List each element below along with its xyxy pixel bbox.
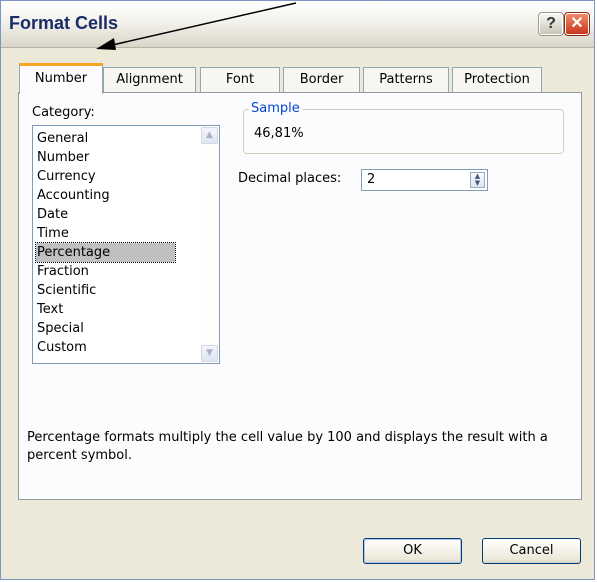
sample-value: 46,81% — [254, 126, 304, 141]
category-item-date[interactable]: Date — [36, 205, 69, 224]
category-item-fraction[interactable]: Fraction — [36, 262, 90, 281]
category-item-time[interactable]: Time — [36, 224, 70, 243]
category-item-scientific[interactable]: Scientific — [36, 281, 97, 300]
sample-group: Sample 46,81% — [243, 101, 564, 154]
scroll-down-icon[interactable]: ▼ — [201, 345, 218, 362]
category-scrollbar[interactable]: ▲ ▼ — [201, 127, 218, 362]
ok-button[interactable]: OK — [363, 538, 462, 564]
tab-protection[interactable]: Protection — [452, 67, 542, 93]
category-item-percentage[interactable]: Percentage — [35, 242, 176, 263]
category-item-text[interactable]: Text — [36, 300, 64, 319]
category-item-number[interactable]: Number — [36, 148, 90, 167]
decimal-places-label: Decimal places: — [238, 171, 342, 186]
decimal-places-value[interactable]: 2 — [367, 172, 375, 187]
category-item-special[interactable]: Special — [36, 319, 85, 338]
dialog-title: Format Cells — [9, 13, 119, 33]
category-item-custom[interactable]: Custom — [36, 338, 88, 357]
title-bar[interactable]: Format Cells ? ✕ — [1, 1, 594, 48]
number-tab-panel: Category: General Number Currency Accoun… — [18, 92, 582, 500]
tab-number[interactable]: Number — [19, 63, 103, 94]
help-button[interactable]: ? — [538, 12, 564, 36]
category-listbox[interactable]: General Number Currency Accounting Date … — [32, 125, 220, 364]
tab-font[interactable]: Font — [200, 67, 280, 93]
tab-patterns[interactable]: Patterns — [363, 67, 449, 93]
close-button[interactable]: ✕ — [564, 12, 590, 36]
format-description: Percentage formats multiply the cell val… — [27, 430, 548, 463]
cancel-button[interactable]: Cancel — [482, 538, 581, 564]
sample-legend: Sample — [249, 101, 302, 116]
category-label: Category: — [32, 105, 95, 120]
scroll-up-icon[interactable]: ▲ — [201, 127, 218, 144]
tab-alignment[interactable]: Alignment — [103, 67, 196, 93]
format-cells-dialog: Format Cells ? ✕ Number Alignment Font B… — [0, 0, 595, 580]
tab-border[interactable]: Border — [283, 67, 360, 93]
decimal-places-spinner[interactable]: 2 ▲ ▼ — [361, 169, 488, 191]
spinner-arrows-icon[interactable]: ▲ ▼ — [470, 172, 485, 188]
category-item-currency[interactable]: Currency — [36, 167, 97, 186]
category-item-general[interactable]: General — [36, 129, 89, 148]
category-item-accounting[interactable]: Accounting — [36, 186, 111, 205]
